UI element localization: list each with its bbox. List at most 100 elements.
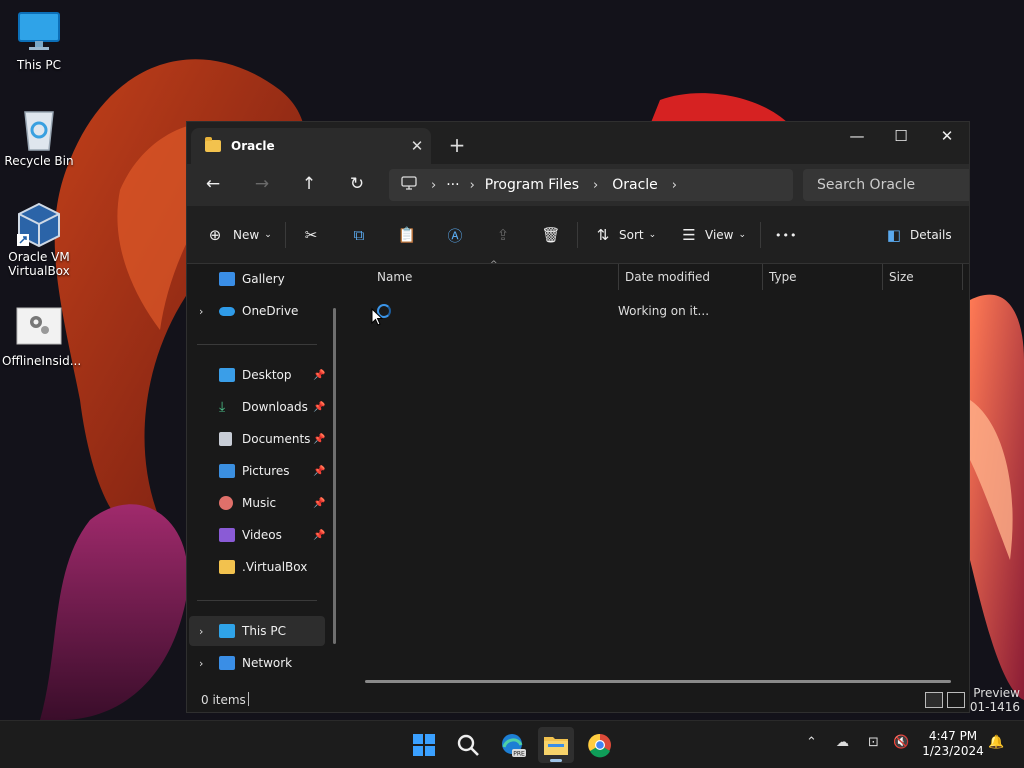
address-bar[interactable]: › ··· › Program Files › Oracle › [389, 169, 793, 201]
column-header-date-modified[interactable]: Date modified [625, 264, 710, 290]
sidebar-label: Music [242, 496, 277, 510]
pin-icon[interactable]: 📌 [313, 530, 325, 541]
chrome-button[interactable] [582, 727, 618, 763]
sidebar-item-virtualbox[interactable]: .VirtualBox [189, 552, 325, 582]
see-more-button[interactable]: ••• [775, 221, 797, 249]
column-divider[interactable] [762, 264, 763, 290]
column-header-name[interactable]: Name [377, 264, 412, 290]
monitor-icon [219, 624, 235, 638]
this-pc-icon[interactable] [401, 176, 417, 194]
chevron-right-icon[interactable]: › [199, 657, 203, 670]
pin-icon[interactable]: 📌 [313, 434, 325, 445]
sidebar-item-music[interactable]: Music 📌 [189, 488, 325, 518]
chevron-right-icon[interactable]: › [672, 178, 677, 193]
details-label: Details [910, 228, 952, 242]
desktop-icon-this-pc[interactable]: This PC [2, 10, 76, 72]
sidebar-item-onedrive[interactable]: › OneDrive [189, 296, 325, 326]
search-input[interactable]: Search Oracle [803, 169, 969, 201]
chevron-right-icon[interactable]: › [593, 178, 598, 193]
file-explorer-button[interactable] [538, 727, 574, 763]
rename-button[interactable]: Ⓐ [445, 221, 465, 249]
details-view-icon[interactable] [925, 692, 943, 708]
tab-close-icon[interactable]: ✕ [403, 137, 431, 155]
sidebar-item-pictures[interactable]: Pictures 📌 [189, 456, 325, 486]
details-button[interactable]: ◧ Details [884, 221, 952, 249]
rename-icon: Ⓐ [447, 226, 463, 245]
system-clock[interactable]: 4:47 PM 1/23/2024 [922, 729, 984, 759]
toolbar-divider [760, 222, 761, 248]
view-button[interactable]: ☰ View ⌄ [679, 221, 746, 249]
start-button[interactable] [406, 727, 442, 763]
new-button[interactable]: ⊕ New ⌄ [205, 221, 272, 249]
monitor-icon [15, 10, 63, 56]
search-button[interactable] [450, 727, 486, 763]
file-explorer-window: Oracle ✕ + — ☐ ✕ ← → ↑ ↻ › ··· › Program… [186, 121, 970, 713]
chevron-right-icon[interactable]: › [470, 178, 475, 193]
volume-muted-icon[interactable]: 🔇 [893, 735, 909, 750]
share-button[interactable]: ⇪ [493, 221, 513, 249]
chevron-right-icon[interactable]: › [199, 305, 203, 318]
pin-icon[interactable]: 📌 [313, 370, 325, 381]
column-divider[interactable] [962, 264, 963, 290]
tab-oracle[interactable]: Oracle ✕ [191, 128, 431, 164]
network-status-icon[interactable]: ⊡ [868, 735, 879, 750]
sidebar-item-this-pc[interactable]: › This PC [189, 616, 325, 646]
breadcrumb-overflow[interactable]: ··· [446, 177, 459, 193]
sidebar-item-gallery[interactable]: Gallery [189, 264, 325, 294]
forward-button[interactable]: → [248, 173, 276, 197]
sidebar-item-videos[interactable]: Videos 📌 [189, 520, 325, 550]
column-header-size[interactable]: Size [889, 264, 914, 290]
sort-button[interactable]: ⇅ Sort ⌄ [593, 221, 656, 249]
sidebar-label: Desktop [242, 368, 292, 382]
copy-button[interactable]: ⧉ [349, 221, 369, 249]
clock-time: 4:47 PM [928, 729, 978, 743]
close-button[interactable]: ✕ [924, 122, 969, 152]
chevron-right-icon[interactable]: › [431, 178, 436, 193]
pin-icon[interactable]: 📌 [313, 466, 325, 477]
search-placeholder: Search Oracle [817, 177, 916, 193]
chevron-right-icon[interactable]: › [199, 625, 203, 638]
sidebar-divider [197, 600, 317, 601]
maximize-button[interactable]: ☐ [878, 122, 924, 152]
minimize-button[interactable]: — [834, 122, 880, 152]
column-divider[interactable] [882, 264, 883, 290]
column-header-type[interactable]: Type [769, 264, 797, 290]
plus-circle-icon: ⊕ [208, 226, 222, 244]
edge-preview-button[interactable]: PRE [494, 727, 530, 763]
onedrive-offline-icon[interactable]: ☁ [836, 735, 849, 750]
sidebar-item-documents[interactable]: Documents 📌 [189, 424, 325, 454]
cut-button[interactable]: ✂ [301, 221, 321, 249]
notification-bell-icon[interactable]: 🔔 [988, 735, 1004, 750]
sidebar-label: .VirtualBox [242, 560, 308, 574]
breadcrumb-oracle[interactable]: Oracle [612, 177, 658, 193]
sidebar-item-network[interactable]: › Network [189, 648, 325, 678]
sidebar-divider [197, 344, 317, 345]
large-icons-view-icon[interactable] [947, 692, 965, 708]
desktop-icon-offline-insider[interactable]: OfflineInsid... [2, 306, 81, 368]
delete-button[interactable]: 🗑 [541, 221, 561, 249]
refresh-button[interactable]: ↻ [343, 173, 371, 197]
paste-button[interactable]: 📋 [397, 221, 417, 249]
up-button[interactable]: ↑ [295, 173, 323, 197]
desktop-icon-virtualbox[interactable]: Oracle VM VirtualBox [2, 202, 76, 278]
sidebar-label: Gallery [242, 272, 285, 286]
sidebar-scrollbar[interactable] [333, 308, 336, 644]
new-tab-button[interactable]: + [445, 134, 469, 158]
sidebar-item-desktop[interactable]: Desktop 📌 [189, 360, 325, 390]
horizontal-scrollbar[interactable] [365, 680, 951, 683]
pin-icon[interactable]: 📌 [313, 498, 325, 509]
show-hidden-icons-button[interactable]: ⌃ [806, 735, 817, 750]
clipboard-icon: 📋 [397, 226, 417, 244]
sort-ascending-icon: ^ [490, 260, 498, 270]
chevron-down-icon: ⌄ [738, 230, 747, 240]
column-divider[interactable] [618, 264, 619, 290]
chevron-down-icon: ⌄ [648, 230, 657, 240]
back-button[interactable]: ← [199, 173, 227, 197]
loading-status-text: Working on it... [618, 304, 710, 318]
desktop-icon-recycle-bin[interactable]: Recycle Bin [2, 106, 76, 168]
pin-icon[interactable]: 📌 [313, 402, 325, 413]
sidebar-item-downloads[interactable]: ⤓ Downloads 📌 [189, 392, 325, 422]
view-lines-icon: ☰ [682, 226, 696, 244]
sort-icon: ⇅ [596, 226, 610, 244]
breadcrumb-program-files[interactable]: Program Files [485, 177, 579, 193]
